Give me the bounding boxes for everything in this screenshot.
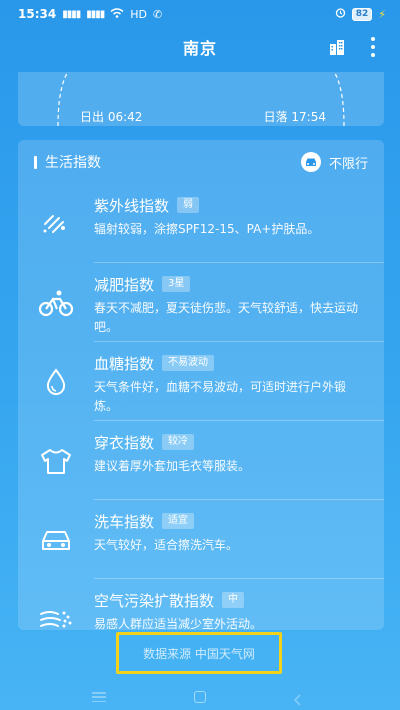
item-name-row: 空气污染扩散指数 中 [94, 589, 368, 611]
item-name: 空气污染扩散指数 [94, 591, 215, 610]
home-icon[interactable] [194, 691, 206, 703]
item-badge: 3星 [162, 276, 191, 292]
cycling-icon [36, 287, 76, 319]
status-left: 15:34 ▮▮▮▮ ▮▮▮▮ HD ✆ [18, 7, 162, 21]
item-desc: 建议着厚外套加毛衣等服装。 [94, 459, 251, 473]
battery-indicator: 82 [351, 7, 373, 21]
list-item-diet[interactable]: 减肥指数 3星 春天不减肥，夏天徒伤悲。天气较舒适，快去运动吧。 [18, 263, 384, 342]
header: 南京 [0, 28, 400, 66]
item-name-row: 穿衣指数 较冷 [94, 431, 368, 453]
item-badge: 适宜 [162, 513, 195, 529]
car-icon [36, 524, 76, 556]
signal-icon: ▮▮▮▮ [62, 8, 81, 20]
item-badge: 不易波动 [162, 355, 215, 371]
item-desc: 天气较好，适合擦洗汽车。 [94, 538, 239, 552]
charging-icon: ⚡ [378, 7, 386, 21]
life-index-title-group: 生活指数 [34, 152, 101, 172]
navigation-bar [0, 684, 400, 710]
status-bar: 15:34 ▮▮▮▮ ▮▮▮▮ HD ✆ 82 ⚡ [0, 0, 400, 28]
item-body: 空气污染扩散指数 中 易感人群应适当减少室外活动。 [94, 589, 368, 634]
signal-icon-2: ▮▮▮▮ [86, 8, 105, 20]
shirt-icon [36, 445, 76, 477]
restriction-info[interactable]: 不限行 [300, 152, 368, 172]
menu-icon[interactable] [92, 692, 106, 702]
alarm-icon [335, 7, 346, 21]
item-name: 减肥指数 [94, 275, 155, 294]
item-name: 洗车指数 [94, 512, 155, 531]
item-desc: 春天不减肥，夏天徒伤悲。天气较舒适，快去运动吧。 [94, 301, 359, 334]
item-badge: 中 [222, 592, 245, 608]
sunrise-time: 日出 06:42 [80, 110, 143, 124]
life-index-title: 生活指数 [45, 155, 101, 171]
phone-icon: ✆ [152, 7, 163, 21]
item-name-row: 紫外线指数 弱 [94, 194, 368, 216]
list-item-clothing[interactable]: 穿衣指数 较冷 建议着厚外套加毛衣等服装。 [18, 421, 384, 500]
status-time: 15:34 [18, 7, 57, 21]
uv-icon [36, 208, 76, 240]
item-name: 血糖指数 [94, 354, 155, 373]
more-options-icon[interactable] [370, 37, 376, 57]
drop-icon [36, 366, 76, 398]
item-desc: 天气条件好，血糖不易波动，可适时进行户外锻炼。 [94, 380, 347, 413]
wind-icon [36, 603, 76, 635]
city-management-icon[interactable] [328, 38, 346, 56]
item-badge: 较冷 [162, 434, 195, 450]
life-index-card: 生活指数 不限行 紫外线指数 弱 辐射较弱，涂擦SPF12-15、PA+护肤品。 [18, 140, 384, 631]
city-title: 南京 [182, 39, 217, 58]
title-bar-marker [34, 155, 37, 169]
life-index-header: 生活指数 不限行 [18, 140, 384, 184]
item-name-row: 血糖指数 不易波动 [94, 352, 368, 374]
restriction-car-icon [300, 152, 321, 172]
item-body: 穿衣指数 较冷 建议着厚外套加毛衣等服装。 [94, 431, 368, 476]
item-name-row: 洗车指数 适宜 [94, 510, 368, 532]
data-source-link[interactable]: 数据来源 中国天气网 [116, 632, 282, 674]
sunset-time: 日落 17:54 [263, 110, 326, 124]
item-name: 紫外线指数 [94, 196, 170, 215]
item-body: 紫外线指数 弱 辐射较弱，涂擦SPF12-15、PA+护肤品。 [94, 194, 368, 239]
hd-label: HD [130, 7, 147, 21]
sun-arc-icon [57, 72, 345, 126]
item-body: 血糖指数 不易波动 天气条件好，血糖不易波动，可适时进行户外锻炼。 [94, 352, 368, 416]
item-desc: 辐射较弱，涂擦SPF12-15、PA+护肤品。 [94, 222, 320, 236]
item-name: 穿衣指数 [94, 433, 155, 452]
data-source-label: 数据来源 中国天气网 [143, 646, 255, 661]
item-body: 洗车指数 适宜 天气较好，适合擦洗汽车。 [94, 510, 368, 555]
item-name-row: 减肥指数 3星 [94, 273, 368, 295]
restriction-label: 不限行 [328, 156, 368, 172]
life-index-list: 紫外线指数 弱 辐射较弱，涂擦SPF12-15、PA+护肤品。 减肥指数 3星 … [18, 184, 384, 658]
status-right: 82 ⚡ [335, 7, 386, 21]
list-item-uv[interactable]: 紫外线指数 弱 辐射较弱，涂擦SPF12-15、PA+护肤品。 [18, 184, 384, 263]
back-icon[interactable] [293, 691, 308, 706]
item-badge: 弱 [177, 197, 200, 213]
list-item-car-wash[interactable]: 洗车指数 适宜 天气较好，适合擦洗汽车。 [18, 500, 384, 579]
wifi-icon [110, 7, 124, 21]
list-item-blood-sugar[interactable]: 血糖指数 不易波动 天气条件好，血糖不易波动，可适时进行户外锻炼。 [18, 342, 384, 421]
sun-card: 日出 06:42 日落 17:54 [18, 72, 384, 126]
item-body: 减肥指数 3星 春天不减肥，夏天徒伤悲。天气较舒适，快去运动吧。 [94, 273, 368, 337]
